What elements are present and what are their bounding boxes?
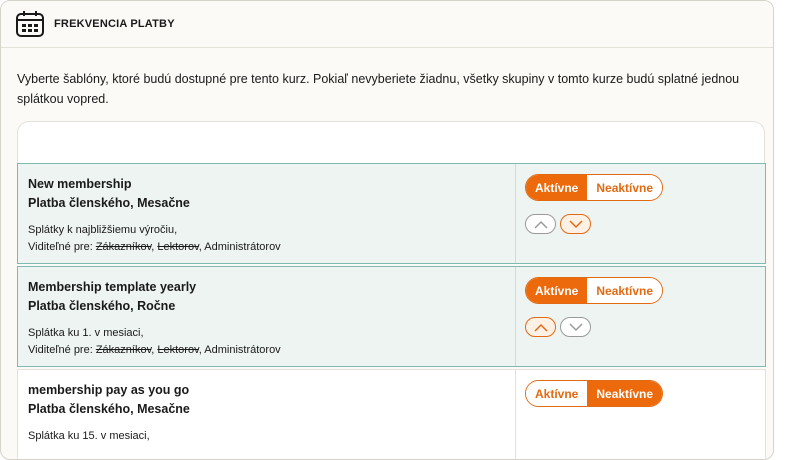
template-details: New membership Platba členského, Mesačne…: [18, 164, 516, 263]
template-subtitle: Platba členského, Mesačne: [28, 402, 190, 416]
template-name: New membership: [28, 177, 132, 191]
payment-frequency-panel: FREKVENCIA PLATBY Vyberte šablóny, ktoré…: [0, 0, 774, 460]
template-subtitle: Platba členského, Mesačne: [28, 196, 190, 210]
chevron-down-icon: [568, 219, 583, 228]
visibility-prefix: Viditeľné pre:: [28, 344, 96, 356]
move-down-button[interactable]: [560, 214, 591, 234]
active-toggle-button[interactable]: Aktívne: [526, 175, 588, 200]
panel-header: FREKVENCIA PLATBY: [1, 1, 773, 48]
template-subtitle: Platba členského, Ročne: [28, 299, 176, 313]
calendar-icon: [16, 11, 44, 37]
template-installment-info: Splátky k najbližšiemu výročiu,: [28, 224, 178, 236]
reorder-buttons: [525, 214, 765, 234]
inactive-toggle-button[interactable]: Neaktívne: [587, 175, 663, 200]
inactive-toggle-button[interactable]: Neaktívne: [587, 381, 663, 406]
inactive-toggle-button[interactable]: Neaktívne: [587, 278, 663, 303]
move-up-button[interactable]: [525, 317, 556, 337]
reorder-buttons: [525, 317, 765, 337]
chevron-up-icon: [533, 323, 548, 332]
move-up-button[interactable]: [525, 214, 556, 234]
template-row: Membership template yearly Platba člensk…: [17, 266, 766, 367]
template-installment-info: Splátka ku 15. v mesiaci,: [28, 430, 150, 442]
active-toggle-button[interactable]: Aktívne: [526, 381, 588, 406]
panel-description: Vyberte šablóny, ktoré budú dostupné pre…: [17, 72, 740, 106]
visibility-lecturers: Lektorov: [157, 241, 199, 253]
template-row: New membership Platba členského, Mesačne…: [17, 163, 766, 264]
visibility-prefix: Viditeľné pre:: [28, 241, 96, 253]
move-down-button[interactable]: [560, 317, 591, 337]
template-name: membership pay as you go: [28, 383, 190, 397]
template-details: Membership template yearly Platba člensk…: [18, 267, 516, 366]
visibility-customers: Zákazníkov: [95, 344, 152, 356]
template-installment-info: Splátka ku 1. v mesiaci,: [28, 327, 144, 339]
template-details: membership pay as you go Platba členskéh…: [18, 370, 516, 459]
status-toggle: Aktívne Neaktívne: [525, 174, 664, 201]
chevron-up-icon: [533, 220, 548, 229]
template-name: Membership template yearly: [28, 280, 197, 294]
panel-title: FREKVENCIA PLATBY: [54, 18, 175, 30]
template-row: membership pay as you go Platba členskéh…: [17, 369, 766, 459]
template-controls: Aktívne Neaktívne: [516, 370, 765, 459]
status-toggle: Aktívne Neaktívne: [525, 380, 664, 407]
template-visibility: Viditeľné pre: Zákazníkov, Lektorov, Adm…: [28, 342, 515, 359]
active-toggle-button[interactable]: Aktívne: [526, 278, 588, 303]
visibility-admins: , Administrátorov: [198, 344, 281, 356]
visibility-admins: , Administrátorov: [198, 241, 281, 253]
status-toggle: Aktívne Neaktívne: [525, 277, 664, 304]
visibility-lecturers: Lektorov: [157, 344, 199, 356]
visibility-customers: Zákazníkov: [95, 241, 152, 253]
template-visibility: Viditeľné pre: Zákazníkov, Lektorov, Adm…: [28, 239, 515, 256]
template-controls: Aktívne Neaktívne: [516, 267, 765, 366]
chevron-down-icon: [568, 322, 583, 331]
template-controls: Aktívne Neaktívne: [516, 164, 765, 263]
